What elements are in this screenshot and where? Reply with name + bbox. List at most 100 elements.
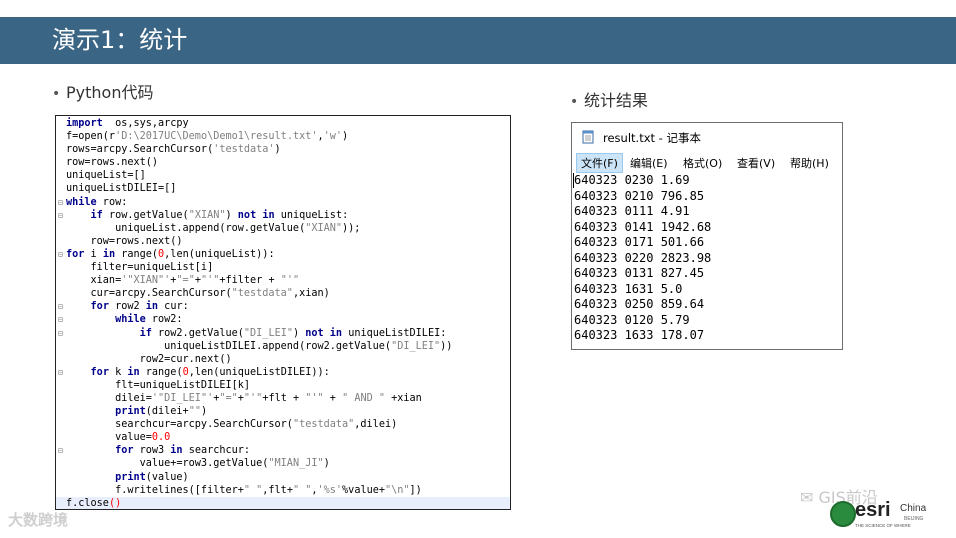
code-token: '"DI_LEI"' xyxy=(151,392,214,404)
code-token: " AND " xyxy=(342,392,385,404)
code-token: '"XIAN"' xyxy=(121,275,171,287)
menu-help[interactable]: 帮助(H) xyxy=(790,155,829,171)
code-token: "'" xyxy=(200,275,220,287)
code-editor[interactable]: import os,sys,arcpy f=open(r'D:\2017UC\De… xyxy=(55,115,511,510)
code-line: xian='"XIAN"'+"="+"'"+filter + "'" xyxy=(56,274,510,287)
bullet-results: • 统计结果 xyxy=(570,87,648,111)
result-line: 640323 0141 1942.68 xyxy=(574,219,712,234)
code-token: ) xyxy=(292,327,306,339)
code-text: flt=uniqueListDILEI[k] xyxy=(66,379,250,392)
code-token: +xian xyxy=(385,392,422,404)
code-token: while xyxy=(115,314,146,326)
result-line: 640323 1631 5.0 xyxy=(574,281,683,296)
code-text: row=rows.next() xyxy=(66,235,183,248)
code-text: while row: xyxy=(66,196,127,209)
esri-tagline: THE SCIENCE OF WHERE xyxy=(855,523,911,528)
fold-marker-icon[interactable]: ⊟ xyxy=(58,248,66,261)
code-token: row=rows.next() xyxy=(66,157,159,169)
code-text: uniqueList.append(row.getValue("XIAN")); xyxy=(66,222,360,235)
code-token: ]) xyxy=(409,484,422,496)
code-text: print(value) xyxy=(66,471,189,484)
code-token: ) xyxy=(342,131,349,143)
code-token: value+=row3.getValue( xyxy=(66,458,269,470)
code-token: for xyxy=(115,445,134,457)
code-token: import xyxy=(66,118,103,129)
result-line: 640323 0210 796.85 xyxy=(574,188,705,203)
code-token: (value) xyxy=(145,471,189,483)
code-token: dilei= xyxy=(66,392,152,404)
code-token: for xyxy=(90,366,109,378)
fold-marker-icon[interactable]: ⊟ xyxy=(58,366,66,379)
code-line: flt=uniqueListDILEI[k] xyxy=(56,379,510,392)
code-line: f=open(r'D:\2017UC\Demo\Demo1\result.txt… xyxy=(56,130,510,143)
code-text: searchcur=arcpy.SearchCursor("testdata",… xyxy=(66,418,397,431)
code-token: row3 xyxy=(133,445,171,457)
code-token: not in xyxy=(305,327,343,339)
code-token: +flt + xyxy=(262,392,306,404)
notepad-titlebar[interactable]: result.txt - 记事本 xyxy=(572,123,842,151)
code-text: dilei='"DI_LEI"'+"="+"'"+flt + "'" + " A… xyxy=(66,392,422,405)
code-text: f=open(r'D:\2017UC\Demo\Demo1\result.txt… xyxy=(66,130,348,143)
code-token: row2=cur.next() xyxy=(66,353,232,365)
result-line: 640323 0120 5.79 xyxy=(574,312,690,327)
notepad-window[interactable]: result.txt - 记事本 文件(F) 编辑(E) 格式(O) 查看(V)… xyxy=(571,122,843,350)
wechat-icon: ✉ xyxy=(800,488,819,507)
esri-city: BEIJING xyxy=(904,516,924,522)
fold-marker-icon[interactable]: ⊟ xyxy=(58,444,66,457)
code-token: range( xyxy=(115,248,159,260)
menu-format[interactable]: 格式(O) xyxy=(683,155,722,171)
code-text: value=0.0 xyxy=(66,431,170,444)
code-token: "'" xyxy=(305,392,324,404)
result-line: 640323 0111 4.91 xyxy=(574,204,690,218)
code-text: uniqueListDILEI=[] xyxy=(66,182,176,195)
code-token: uniqueList.append(row.getValue( xyxy=(66,222,306,234)
menu-edit[interactable]: 编辑(E) xyxy=(630,155,668,171)
code-token: i xyxy=(84,248,103,260)
fold-marker-icon[interactable]: ⊟ xyxy=(58,300,66,313)
code-line: ⊟ for k in range(0,len(uniqueListDILEI))… xyxy=(56,366,510,379)
code-line: uniqueListDILEI.append(row2.getValue("DI… xyxy=(56,340,510,353)
code-text: rows=arcpy.SearchCursor('testdata') xyxy=(66,143,281,156)
code-text: for row3 in searchcur: xyxy=(66,444,250,457)
code-line: ⊟ for row2 in cur: xyxy=(56,300,510,313)
code-token: uniqueListDILEI=[] xyxy=(66,183,177,195)
notepad-text-area[interactable]: 640323 0230 1.69 640323 0210 796.85 640323… xyxy=(572,173,842,344)
code-line: row2=cur.next() xyxy=(56,353,510,366)
code-token: ) xyxy=(323,458,330,470)
result-line: 640323 0230 1.69 xyxy=(574,173,690,187)
code-token: ) xyxy=(274,144,281,156)
code-text: uniqueListDILEI.append(row2.getValue("DI… xyxy=(66,340,452,353)
code-text: uniqueList=[] xyxy=(66,169,146,182)
code-text: f.writelines([filter+" ",flt+" ",'%s'%va… xyxy=(66,484,422,497)
fold-marker-icon[interactable]: ⊟ xyxy=(58,313,66,326)
esri-logo: esri China BEIJING THE SCIENCE OF WHERE xyxy=(830,499,930,533)
code-text: filter=uniqueList[i] xyxy=(66,261,214,274)
menu-file[interactable]: 文件(F) xyxy=(576,153,623,173)
code-token: k xyxy=(108,366,128,378)
code-line: ⊟ while row: xyxy=(56,196,510,209)
code-token: ,xian) xyxy=(292,288,330,300)
code-line: print(value) xyxy=(56,471,510,484)
menu-view[interactable]: 查看(V) xyxy=(737,155,775,171)
code-line: searchcur=arcpy.SearchCursor("testdata",… xyxy=(56,418,510,431)
code-token: cur=arcpy.SearchCursor( xyxy=(66,288,232,300)
result-line: 640323 0171 501.66 xyxy=(574,235,705,249)
code-token: "" xyxy=(188,406,201,418)
code-line: dilei='"DI_LEI"'+"="+"'"+flt + "'" + " A… xyxy=(56,392,510,405)
fold-marker-icon[interactable]: ⊟ xyxy=(58,196,66,209)
code-token: in xyxy=(170,445,183,457)
code-token: "'" xyxy=(243,392,263,404)
code-token: os,sys,arcpy xyxy=(102,118,189,129)
fold-marker-icon[interactable]: ⊟ xyxy=(58,327,66,340)
code-text: cur=arcpy.SearchCursor("testdata",xian) xyxy=(66,287,330,300)
code-token: " " xyxy=(243,484,263,496)
fold-marker-icon[interactable]: ⊟ xyxy=(58,209,66,222)
code-token: flt=uniqueListDILEI[k] xyxy=(66,379,251,391)
code-token: row=rows.next() xyxy=(66,235,183,247)
code-token: xian= xyxy=(66,275,122,287)
code-text: xian='"XIAN"'+"="+"'"+filter + "'" xyxy=(66,274,300,287)
code-token: ) xyxy=(200,406,208,418)
code-line: f.writelines([filter+" ",flt+" ",'%s'%va… xyxy=(56,484,510,497)
